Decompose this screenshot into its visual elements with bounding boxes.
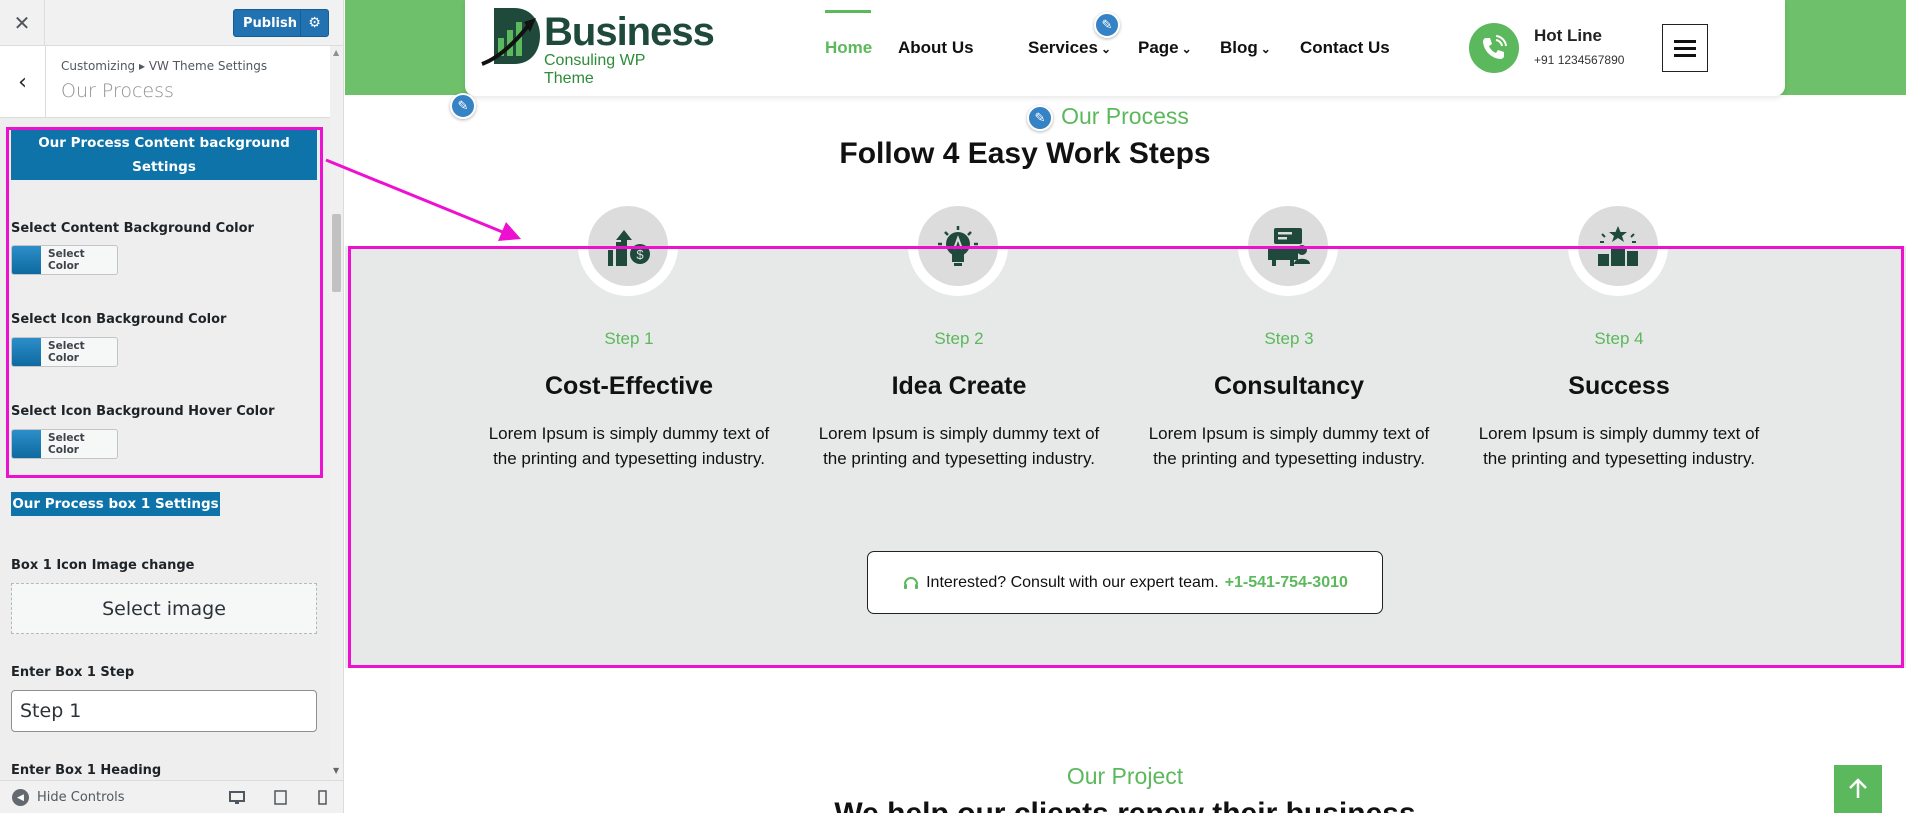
edit-header-pencil-icon[interactable]: ✎ [450, 93, 476, 119]
nav-label: Services [1028, 38, 1098, 57]
hide-controls-button[interactable]: ◀ Hide Controls [12, 789, 125, 806]
publish-label: Publish [243, 15, 297, 31]
tablet-preview-icon[interactable] [271, 789, 289, 806]
box1-step-input[interactable]: Step 1 [11, 690, 317, 732]
customizer-footer: ◀ Hide Controls [0, 780, 343, 813]
site-logo[interactable]: Business Consuling WP Theme [480, 4, 715, 87]
customizer-header: ✕ Publish ⚙ [0, 0, 343, 46]
select-image-button[interactable]: Select image [11, 583, 317, 634]
desktop-preview-icon[interactable] [228, 789, 246, 806]
back-button[interactable]: ‹ [0, 46, 46, 118]
section-breadcrumb: ‹ Customizing ▸ VW Theme Settings Our Pr… [0, 46, 330, 118]
scroll-down-arrow-icon[interactable]: ▼ [333, 766, 339, 775]
mobile-preview-icon[interactable] [313, 789, 331, 806]
process-eyebrow: Our Process [1061, 103, 1189, 129]
hamburger-menu-button[interactable] [1662, 24, 1708, 72]
back-to-top-button[interactable] [1834, 765, 1882, 813]
chevron-left-icon: ‹ [18, 69, 27, 95]
nav-item-services[interactable]: Services ⌄ [1028, 38, 1111, 58]
logo-title: Business [544, 10, 715, 54]
box1-step-label: Enter Box 1 Step [11, 665, 135, 680]
scrollbar-thumb[interactable] [332, 214, 341, 292]
hotline-number[interactable]: +91 1234567890 [1534, 53, 1624, 67]
logo-chart-icon [481, 8, 540, 66]
box1-settings-heading: Our Process box 1 Settings [11, 492, 220, 516]
hotline-title: Hot Line [1534, 26, 1602, 45]
sidebar-scrollbar[interactable]: ▲ ▼ [330, 46, 343, 780]
scroll-up-arrow-icon[interactable]: ▲ [333, 48, 339, 57]
breadcrumb: Customizing ▸ VW Theme Settings [61, 59, 268, 73]
highlight-box [6, 127, 323, 478]
active-nav-underline [825, 10, 871, 13]
section-title: Our Process [61, 80, 174, 102]
nav-item-about-us[interactable]: About Us [898, 38, 974, 58]
close-customizer-button[interactable]: ✕ [0, 0, 45, 46]
chevron-down-icon: ⌄ [1181, 42, 1192, 56]
hide-controls-label: Hide Controls [37, 790, 125, 805]
edit-services-pencil-icon[interactable]: ✎ [1094, 12, 1120, 38]
nav-item-blog[interactable]: Blog ⌄ [1220, 38, 1271, 58]
publish-button[interactable]: Publish ⚙ [233, 9, 329, 37]
highlight-box [348, 246, 1904, 668]
nav-label: Page [1138, 38, 1179, 57]
nav-label: Blog [1220, 38, 1258, 57]
publish-settings-gear-icon[interactable]: ⚙ [300, 10, 328, 36]
collapse-arrow-icon: ◀ [12, 789, 29, 806]
chevron-down-icon: ⌄ [1260, 42, 1271, 56]
close-icon: ✕ [13, 11, 31, 35]
phone-ringing-icon [1469, 23, 1519, 73]
logo-subtitle: Consuling WP Theme [544, 52, 646, 87]
project-eyebrow: Our Project [1066, 763, 1184, 789]
nav-item-home[interactable]: Home [825, 38, 872, 58]
site-preview: Business Consuling WP Theme Home About U… [345, 0, 1906, 813]
arrow-up-icon [1849, 778, 1867, 798]
site-header: Business Consuling WP Theme Home About U… [465, 0, 1785, 96]
hamburger-icon [1674, 40, 1696, 57]
chevron-down-icon: ⌄ [1100, 42, 1112, 56]
box1-heading-label: Enter Box 1 Heading [11, 763, 162, 778]
customizer-sidebar: ✕ Publish ⚙ ‹ Customizing ▸ VW Theme Set… [0, 0, 344, 813]
box1-icon-label: Box 1 Icon Image change [11, 558, 195, 573]
nav-item-contact-us[interactable]: Contact Us [1300, 38, 1390, 58]
project-title: We help our clients renew their business [725, 797, 1525, 813]
process-title: Follow 4 Easy Work Steps [839, 137, 1211, 170]
nav-item-page[interactable]: Page ⌄ [1138, 38, 1192, 58]
